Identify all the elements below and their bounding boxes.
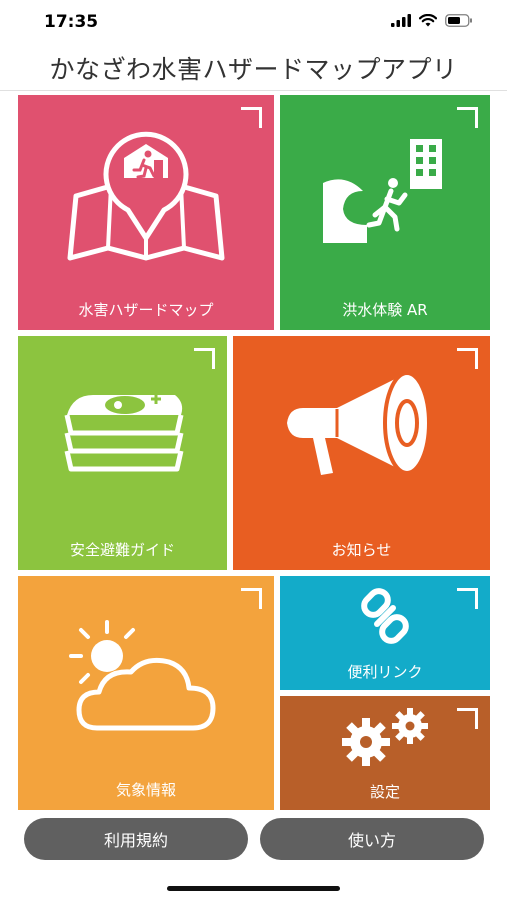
link-chain-icon — [361, 588, 409, 644]
tile-hazard-map[interactable]: 水害ハザードマップ — [18, 95, 274, 330]
sun-cloud-icon — [69, 620, 216, 731]
gears-icon — [342, 708, 428, 766]
tile-safety-guide[interactable]: 安全避難ガイド — [18, 336, 227, 570]
battery-icon — [445, 14, 472, 27]
status-icons — [391, 14, 473, 27]
tile-label: 洪水体験 AR — [342, 301, 428, 319]
evacuation-map-icon — [67, 131, 225, 260]
tile-label: 安全避難ガイド — [69, 541, 175, 559]
megaphone-icon — [286, 371, 431, 475]
how-to-use-button[interactable]: 使い方 — [260, 818, 484, 860]
status-time: 17:35 — [44, 12, 99, 32]
tile-label: 水害ハザードマップ — [78, 301, 214, 319]
tile-weather[interactable]: 気象情報 — [18, 576, 274, 810]
guidebook-stack-icon — [64, 394, 183, 472]
tile-useful-links[interactable]: 便利リンク — [280, 576, 490, 690]
tile-settings[interactable]: 設定 — [280, 696, 490, 810]
tile-label: 気象情報 — [115, 781, 176, 799]
home-indicator[interactable] — [167, 886, 340, 891]
tile-label: 便利リンク — [347, 663, 423, 681]
tile-flood-ar[interactable]: 洪水体験 AR — [280, 95, 490, 330]
wifi-icon — [419, 14, 437, 27]
flood-escape-icon — [323, 138, 442, 243]
app-title: かなざわ水害ハザードマップアプリ — [49, 55, 458, 84]
signal-icon — [391, 14, 411, 27]
tile-notices[interactable]: お知らせ — [233, 336, 490, 570]
tile-label: 設定 — [369, 783, 400, 801]
terms-button[interactable]: 利用規約 — [24, 818, 248, 860]
header-divider — [0, 90, 507, 91]
status-bar: 17:35 — [0, 0, 507, 40]
tile-label: お知らせ — [331, 541, 392, 559]
